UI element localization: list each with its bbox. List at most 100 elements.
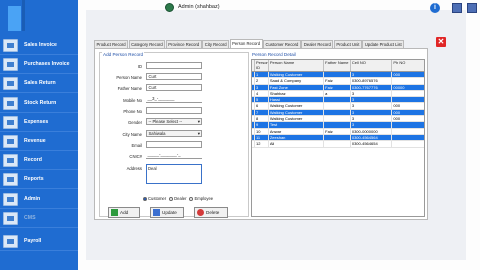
reports-icon [3,172,18,186]
phone-no-field[interactable] [146,107,202,114]
delete-icon [197,209,204,216]
field-label: City Name [122,131,142,137]
sidebar-item-cms[interactable]: CMS [0,209,78,228]
tab-product-record[interactable]: Product Record [94,40,129,48]
plus-icon [111,209,118,216]
tab-customer-record[interactable]: Customer Record [263,40,301,48]
cms-icon [3,211,18,225]
table-row[interactable]: 12 Ali 0300-4564654 [252,141,424,148]
record-tabs: Product Record Category Record Province Re… [94,39,405,48]
add-button-label: Add [120,210,129,215]
sidebar-item-expenses[interactable]: Expenses [0,113,78,132]
table-cell [392,135,424,140]
cnic-field[interactable]: _____-_______-_ [146,152,202,159]
sidebar-item-label: Revenue [24,138,46,144]
minimize-button[interactable] [452,3,462,13]
table-cell: a [324,90,351,97]
column-header[interactable]: Ph NO [392,60,424,71]
update-button[interactable]: Update [150,207,184,218]
delete-button[interactable]: Delete [194,207,228,218]
person-name-field[interactable]: Curt [146,73,202,80]
table-cell: 3 [351,97,393,103]
table-cell: 3 [351,122,393,128]
update-icon [153,209,160,216]
sidebar-item-revenue[interactable]: Revenue [0,132,78,151]
sidebar-item-label: Purchases Invoice [24,61,70,67]
table-cell: 0300-4564564 [351,134,393,141]
form-row: Mobile No __3_-_______ [100,96,250,105]
tab-person-record[interactable]: Person Record [229,39,263,48]
column-header[interactable]: Person Name [269,60,325,71]
table-cell: 000 [393,103,401,109]
column-header[interactable]: Cell NO [351,60,393,71]
grid-header: Person ID Person Name Father Name Cell NO Ph… [252,60,424,72]
close-tab-icon[interactable]: ✕ [436,37,446,47]
field-label: Mobile No [123,97,142,103]
table-cell: 11 [255,134,269,141]
form-row: Phone No [100,107,250,116]
mobile-no-field[interactable]: __3_-_______ [146,96,202,103]
tab-category-record[interactable]: Category Record [128,40,166,48]
record-icon [3,153,18,167]
city-name-select[interactable]: Sahiwala [146,130,202,137]
table-cell: Walking Customer [269,72,325,78]
column-header[interactable]: Person ID [255,60,269,71]
form-row: ID [100,62,250,71]
window-close-button[interactable] [467,3,477,13]
info-icon[interactable]: i [430,3,440,13]
father-name-field[interactable]: Curt [146,84,202,91]
radio-customer[interactable] [142,196,147,201]
user-avatar-icon[interactable] [165,3,174,12]
tab-province-record[interactable]: Province Record [165,40,202,48]
tab-update-product-list[interactable]: Update Product List [362,40,405,48]
sidebar-item-record[interactable]: Record [0,151,78,170]
sidebar-item-sales-return[interactable]: Sales Return [0,74,78,93]
table-cell [324,141,351,147]
table-cell [324,109,351,116]
radio-employee[interactable] [189,196,193,201]
address-field[interactable]: Deal [146,164,202,184]
tab-product-unit[interactable]: Product Unit [333,40,362,48]
sidebar-item-admin[interactable]: Admin [0,190,78,209]
sidebar-item-purchases-invoice[interactable]: Purchases Invoice [0,55,78,74]
sidebar-item-sales-invoice[interactable]: Sales Invoice [0,36,78,55]
tab-dealer-record[interactable]: Dealer Record [301,40,334,48]
sidebar-item-payroll[interactable]: Payroll [0,232,78,251]
table-cell: Faiz [324,84,351,90]
sidebar-item-label: CMS [24,215,36,221]
sidebar-item-reports[interactable]: Reports [0,170,78,189]
person-type-radios: Customer Dealer Employee [140,196,213,201]
person-grid[interactable]: Person ID Person Name Father Name Cell NO Ph… [251,59,425,217]
form-row: City Name Sahiwala [100,130,250,139]
table-cell [324,103,351,109]
tab-city-record[interactable]: City Record [202,40,230,48]
stock-return-icon [3,96,18,110]
table-cell: Walking Customer [269,103,325,109]
person-detail-title: Person Record Detail [252,52,296,57]
sidebar-item-label: Payroll [24,238,42,244]
add-person-title: Add Person Record [102,52,145,57]
table-cell: 7 [255,109,269,116]
add-button[interactable]: Add [108,207,140,218]
id-field[interactable] [146,62,202,69]
table-cell: Faiz [324,128,351,134]
invoice-icon [3,38,18,52]
form-row: Address Deal [100,164,250,184]
table-cell: 000 [393,116,401,122]
table-cell: Shahbaz [269,90,325,97]
sidebar-item-stock-return[interactable]: Stock Return [0,94,78,113]
expenses-icon [3,115,18,129]
field-label: ID [137,63,142,69]
table-cell: 6 [255,103,269,109]
table-cell [324,134,351,141]
column-header[interactable]: Father Name [324,60,351,71]
person-record-panel: Add Person Record ID Person Name Curt Fathe… [94,48,428,220]
table-cell: 0300-7767776 [351,84,393,90]
table-cell: 4 [255,90,269,97]
table-cell: 3 [351,72,393,78]
gender-select[interactable]: -- Please Select -- [146,118,202,125]
radio-dealer[interactable] [168,196,173,201]
table-cell: 3 [351,103,393,109]
email-field[interactable] [146,141,202,148]
table-cell: Faiz [324,78,351,84]
